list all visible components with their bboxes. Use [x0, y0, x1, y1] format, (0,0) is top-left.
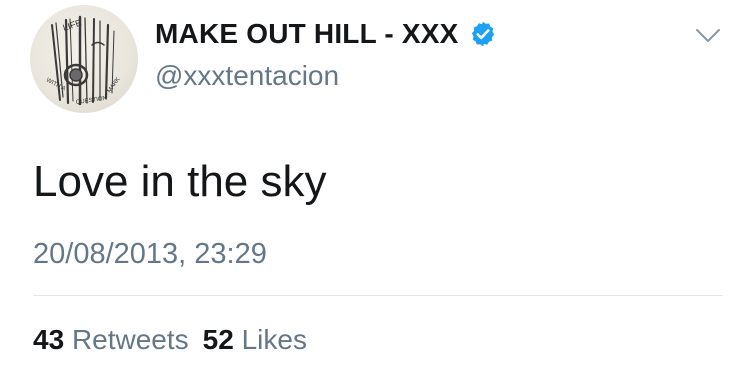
divider — [33, 295, 723, 296]
tweet-stats: 43 Retweets 52 Likes — [33, 324, 307, 356]
svg-text:WITH A: WITH A — [45, 77, 66, 92]
tweet-card: LIFE WITH A QUESTION MARK MAKE OUT HILL … — [0, 0, 747, 375]
likes-label: Likes — [241, 324, 307, 355]
retweets-label: Retweets — [71, 324, 189, 355]
svg-text:MARK: MARK — [107, 76, 122, 94]
tweet-text: Love in the sky — [33, 157, 327, 206]
avatar[interactable]: LIFE WITH A QUESTION MARK — [30, 5, 138, 113]
likes-stat[interactable]: 52 Likes — [203, 324, 307, 355]
avatar-sketch-icon: LIFE WITH A QUESTION MARK — [45, 15, 122, 106]
display-name[interactable]: MAKE OUT HILL - XXX — [155, 18, 459, 50]
author-name-row[interactable]: MAKE OUT HILL - XXX — [155, 18, 497, 50]
chevron-down-icon[interactable] — [694, 25, 722, 47]
tweet-timestamp[interactable]: 20/08/2013, 23:29 — [33, 238, 267, 271]
user-handle[interactable]: @xxxtentacion — [155, 60, 339, 92]
retweets-count: 43 — [33, 324, 65, 355]
verified-badge-icon — [471, 21, 494, 47]
likes-count: 52 — [202, 324, 234, 355]
retweets-stat[interactable]: 43 Retweets — [33, 324, 189, 355]
